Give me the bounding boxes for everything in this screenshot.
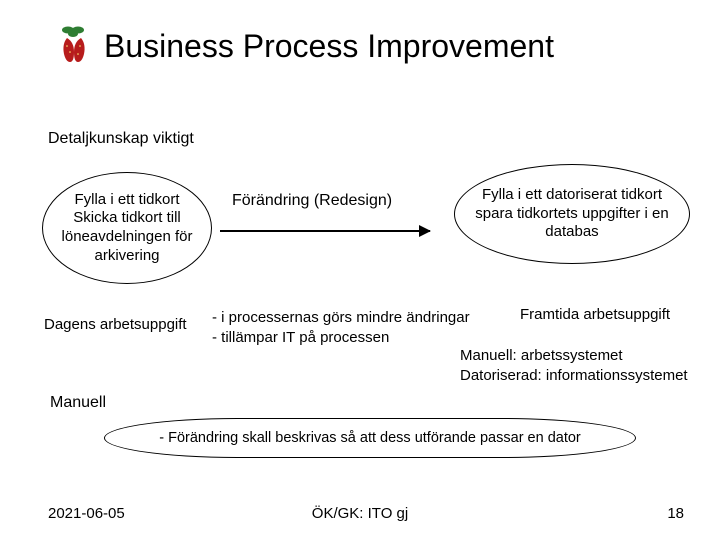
bullet-1: - i processernas görs mindre ändringar [212,308,470,328]
computerized-system-line: Datoriserad: informationssystemet [460,366,688,386]
system-types: Manuell: arbetssystemet Datoriserad: inf… [460,346,688,385]
bullet-2: - tillämpar IT på processen [212,328,470,348]
page-title: Business Process Improvement [104,28,554,65]
label-current-task: Dagens arbetsuppgift [44,316,187,333]
manual-system-line: Manuell: arbetssystemet [460,346,688,366]
label-manuell: Manuell [50,394,106,412]
wide-ellipse-text: - Förändring skall beskrivas så att dess… [159,430,581,446]
ellipse-right-text: Fylla i ett datoriserat tidkort spara ti… [465,186,679,242]
footer-center: ÖK/GK: ITO gj [0,505,720,522]
ellipse-current-task: Fylla i ett tidkort Skicka tidkort till … [42,172,212,284]
ellipse-left-text: Fylla i ett tidkort Skicka tidkort till … [53,191,201,266]
label-future-task: Framtida arbetsuppgift [520,306,670,323]
arrow-icon [220,230,430,232]
ellipse-description: - Förändring skall beskrivas så att dess… [104,418,636,458]
redesign-label: Förändring (Redesign) [232,192,392,210]
subtitle: Detaljkunskap viktigt [48,130,194,148]
bullet-list: - i processernas görs mindre ändringar -… [212,308,470,347]
strawberry-icon [56,24,92,72]
footer-page-number: 18 [667,505,684,522]
ellipse-future-task: Fylla i ett datoriserat tidkort spara ti… [454,164,690,264]
